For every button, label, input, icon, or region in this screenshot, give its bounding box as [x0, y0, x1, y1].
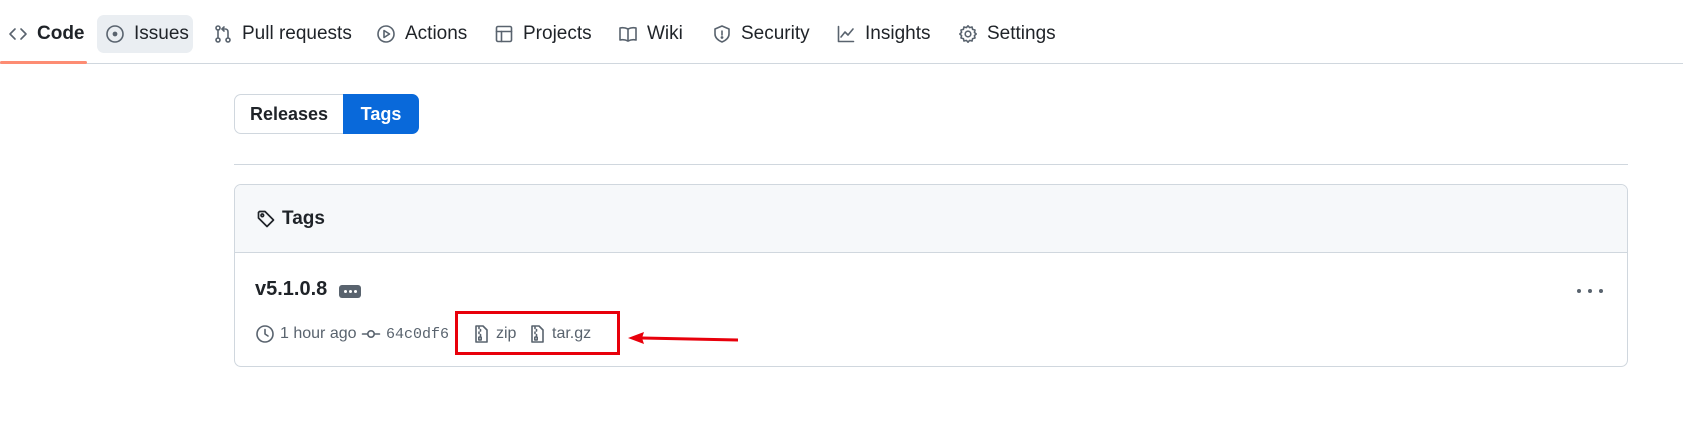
tags-box-header: Tags	[235, 185, 1627, 253]
tab-actions[interactable]: Actions	[368, 15, 475, 53]
tab-settings[interactable]: Settings	[950, 15, 1064, 53]
commit-link[interactable]: 64c0df6	[361, 323, 449, 345]
annotation-arrow	[628, 332, 738, 344]
repo-nav: Code Issues Pull requests Actions Projec…	[0, 0, 1683, 64]
git-pull-request-icon	[215, 25, 231, 43]
tab-code[interactable]: Code	[0, 15, 93, 53]
graph-icon	[837, 25, 855, 43]
tab-projects-label: Projects	[523, 23, 592, 44]
section-divider	[234, 164, 1628, 165]
tab-actions-label: Actions	[405, 23, 468, 44]
git-commit-icon	[361, 330, 381, 339]
tags-box: Tags v5.1.0.8 1 hour ago 64c0df6 zip tar…	[234, 184, 1628, 367]
tag-icon	[257, 210, 275, 227]
expand-message-button[interactable]	[339, 285, 361, 298]
tab-security[interactable]: Security	[704, 15, 818, 53]
tab-wiki[interactable]: Wiki	[610, 15, 691, 53]
tab-issues-label: Issues	[134, 23, 189, 44]
releases-tags-toggle: Releases Tags	[234, 94, 419, 134]
annotation-highlight-box	[455, 311, 620, 355]
selected-tab-underline	[0, 61, 87, 64]
releases-button[interactable]: Releases	[234, 94, 343, 134]
tab-pull-requests[interactable]: Pull requests	[205, 15, 360, 53]
commit-sha: 64c0df6	[386, 325, 450, 343]
clock-icon	[256, 325, 274, 343]
gear-icon	[959, 25, 977, 43]
tab-issues[interactable]: Issues	[97, 15, 193, 53]
tab-security-label: Security	[741, 23, 810, 44]
tab-code-label: Code	[37, 23, 85, 44]
tab-projects[interactable]: Projects	[486, 15, 600, 53]
tab-settings-label: Settings	[987, 23, 1056, 44]
tags-box-title: Tags	[282, 207, 325, 229]
shield-icon	[714, 25, 730, 43]
book-icon	[619, 26, 637, 42]
tab-insights[interactable]: Insights	[828, 15, 938, 53]
play-icon	[377, 25, 395, 43]
tab-pull-requests-label: Pull requests	[242, 23, 352, 44]
tag-time-text: 1 hour ago	[280, 325, 357, 342]
tab-insights-label: Insights	[865, 23, 931, 44]
tags-button[interactable]: Tags	[343, 94, 419, 134]
tag-name-link[interactable]: v5.1.0.8	[255, 278, 327, 301]
issue-opened-icon	[106, 25, 124, 43]
table-icon	[495, 25, 513, 43]
tab-wiki-label: Wiki	[647, 23, 683, 44]
tag-time: 1 hour ago	[255, 323, 357, 345]
tag-options-menu-button[interactable]	[1577, 281, 1603, 301]
code-icon	[9, 28, 27, 40]
